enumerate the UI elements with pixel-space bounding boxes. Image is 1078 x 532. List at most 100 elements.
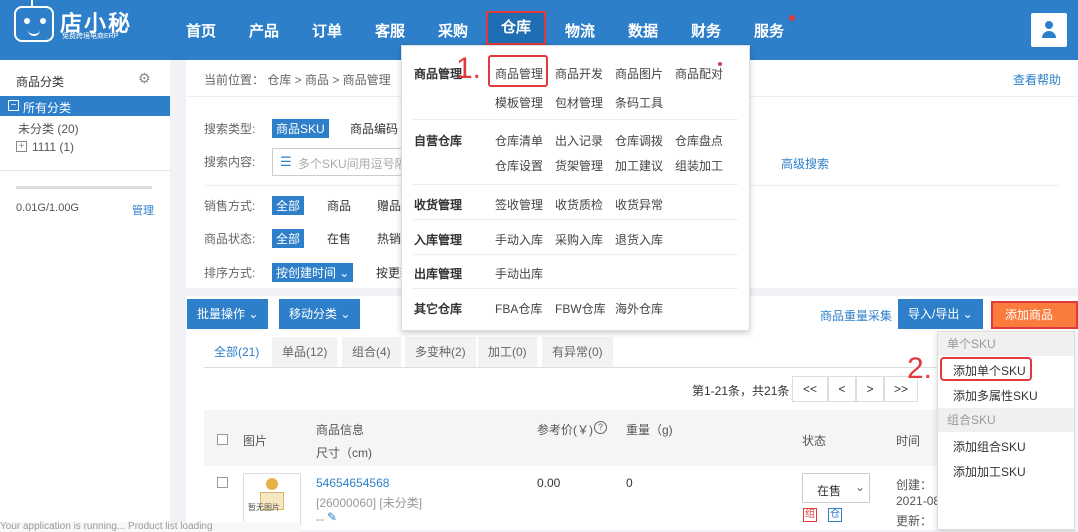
tab-abnormal[interactable]: 有异常(0) <box>542 337 613 367</box>
product-size: -- <box>316 512 324 526</box>
page-next-button[interactable]: > <box>856 376 884 402</box>
product-sku-link[interactable]: 54654654568 <box>316 476 389 490</box>
menu-item-product-dev[interactable]: 商品开发 <box>555 65 603 82</box>
add-process-sku[interactable]: 添加加工SKU <box>953 463 1026 480</box>
menu-item-product-image[interactable]: 商品图片 <box>615 65 663 82</box>
sale-product[interactable]: 商品 <box>327 197 351 214</box>
nav-home[interactable]: 首页 <box>186 20 216 41</box>
sidebar-item-all-label: 所有分类 <box>23 101 72 115</box>
edit-icon[interactable]: ✎ <box>327 510 337 524</box>
storage-manage-link[interactable]: 管理 <box>132 202 154 218</box>
menu-item-return-in[interactable]: 退货入库 <box>615 231 663 248</box>
placeholder-figure <box>266 478 278 490</box>
breadcrumb: 当前位置： 仓库 > 商品 > 商品管理 <box>204 73 391 87</box>
nav-warehouse[interactable]: 仓库 <box>486 11 546 45</box>
search-type-sku[interactable]: 商品SKU <box>272 119 329 138</box>
move-category-button[interactable]: 移动分类 ⌄ <box>279 299 361 329</box>
nav-services[interactable]: 服务 <box>754 20 784 41</box>
menu-item-barcode[interactable]: 条码工具 <box>615 94 663 111</box>
status-hot[interactable]: 热销 <box>377 230 401 247</box>
import-export-button[interactable]: 导入/导出 ⌄ <box>898 299 983 329</box>
menu-item-receive-abnormal[interactable]: 收货异常 <box>615 196 663 213</box>
add-multi-sku[interactable]: 添加多属性SKU <box>953 387 1038 404</box>
nav-finance[interactable]: 财务 <box>691 20 721 41</box>
user-icon[interactable] <box>1031 13 1067 47</box>
advanced-search-link[interactable]: 高级搜索 <box>781 155 829 172</box>
search-type-code[interactable]: 商品编码 <box>350 120 398 137</box>
menu-item-stocktake[interactable]: 仓库盘点 <box>675 132 723 149</box>
batch-button[interactable]: 批量操作 ⌄ <box>187 299 269 329</box>
menu-item-assembly[interactable]: 组装加工 <box>675 157 723 174</box>
menu-item-manual-out[interactable]: 手动出库 <box>495 265 543 282</box>
sidebar-item-uncategorized[interactable]: 未分类 (20) <box>18 120 79 137</box>
menu-item-sign[interactable]: 签收管理 <box>495 196 543 213</box>
menu-divider <box>412 119 738 120</box>
tab-process[interactable]: 加工(0) <box>478 337 537 367</box>
search-placeholder: 多个SKU间用逗号隔开 <box>298 157 403 171</box>
menu-item-product-mgmt[interactable]: 商品管理 <box>495 65 543 82</box>
select-all-checkbox[interactable] <box>217 434 228 445</box>
col-info: 商品信息 <box>316 423 365 437</box>
menu-new-dot <box>718 62 722 66</box>
nav-service[interactable]: 客服 <box>375 20 405 41</box>
menu-item-process-advice[interactable]: 加工建议 <box>615 157 663 174</box>
add-single-sku[interactable]: 添加单个SKU <box>953 362 1026 379</box>
menu-item-template[interactable]: 模板管理 <box>495 94 543 111</box>
tab-combo[interactable]: 组合(4) <box>342 337 401 367</box>
menu-item-fbw[interactable]: FBW仓库 <box>555 300 606 317</box>
created-label: 创建： <box>896 478 933 492</box>
status-select[interactable]: 在售 ⌄ <box>802 473 870 503</box>
tab-single[interactable]: 单品(12) <box>272 337 338 367</box>
status-all[interactable]: 全部 <box>272 229 305 248</box>
menu-section-other: 其它仓库 <box>414 302 463 316</box>
expand-icon[interactable]: + <box>16 141 27 152</box>
collapse-icon[interactable]: − <box>8 100 19 111</box>
add-product-button[interactable]: 添加商品 ⌄ <box>991 301 1078 346</box>
menu-item-product-match[interactable]: 商品配对 <box>675 65 723 82</box>
tab-all[interactable]: 全部(21) <box>204 337 270 367</box>
dropdown-group-single: 单个SKU <box>938 332 1074 356</box>
chevron-down-icon: ⌄ <box>962 307 973 321</box>
menu-item-qc[interactable]: 收货质检 <box>555 196 603 213</box>
menu-item-manual-in[interactable]: 手动入库 <box>495 231 543 248</box>
sidebar-item-1111[interactable]: 1111 (1) <box>32 140 74 154</box>
row-checkbox[interactable] <box>217 477 228 488</box>
status-select-value: 在售 <box>817 484 842 498</box>
menu-item-purchase-in[interactable]: 采购入库 <box>555 231 603 248</box>
page-prev-button[interactable]: < <box>828 376 856 402</box>
sort-created[interactable]: 按创建时间 ⌄ <box>272 263 354 282</box>
help-icon[interactable]: ? <box>594 421 607 434</box>
menu-item-inout-record[interactable]: 出入记录 <box>555 132 603 149</box>
status-onsale[interactable]: 在售 <box>327 230 351 247</box>
add-combo-sku[interactable]: 添加组合SKU <box>953 438 1026 455</box>
nav-purchase[interactable]: 采购 <box>438 20 468 41</box>
menu-item-shelf[interactable]: 货架管理 <box>555 157 603 174</box>
combo-tag-icon: 组 <box>803 508 817 522</box>
warehouse-tag-icon: 仓 <box>828 508 842 522</box>
weight-collect-link[interactable]: 商品重量采集 <box>820 307 892 324</box>
menu-item-overseas[interactable]: 海外仓库 <box>615 300 663 317</box>
product-image[interactable]: 暂无图片 <box>243 473 301 525</box>
menu-item-packaging[interactable]: 包材管理 <box>555 94 603 111</box>
logo-robot-icon[interactable] <box>14 6 54 42</box>
list-icon: ☰ <box>280 154 292 169</box>
page-first-button[interactable]: << <box>792 376 828 402</box>
sale-gift[interactable]: 赠品 <box>377 197 401 214</box>
sale-all[interactable]: 全部 <box>272 196 305 215</box>
dropdown-group-combo: 组合SKU <box>938 408 1074 432</box>
nav-warehouse-label: 仓库 <box>500 19 531 36</box>
nav-logistics[interactable]: 物流 <box>565 20 595 41</box>
help-link[interactable]: 查看帮助 <box>1013 71 1061 88</box>
move-category-label: 移动分类 <box>289 307 338 321</box>
product-price: 0.00 <box>537 476 561 490</box>
pagination-info: 第1-21条，共21条 <box>692 384 790 398</box>
menu-item-warehouse-list[interactable]: 仓库清单 <box>495 132 543 149</box>
gear-icon[interactable]: ⚙ <box>138 70 151 87</box>
nav-orders[interactable]: 订单 <box>312 20 342 41</box>
menu-item-warehouse-settings[interactable]: 仓库设置 <box>495 157 543 174</box>
menu-item-fba[interactable]: FBA仓库 <box>495 300 542 317</box>
menu-item-transfer[interactable]: 仓库调拨 <box>615 132 663 149</box>
nav-products[interactable]: 产品 <box>249 20 279 41</box>
tab-variant[interactable]: 多变种(2) <box>405 337 476 367</box>
nav-data[interactable]: 数据 <box>628 20 658 41</box>
